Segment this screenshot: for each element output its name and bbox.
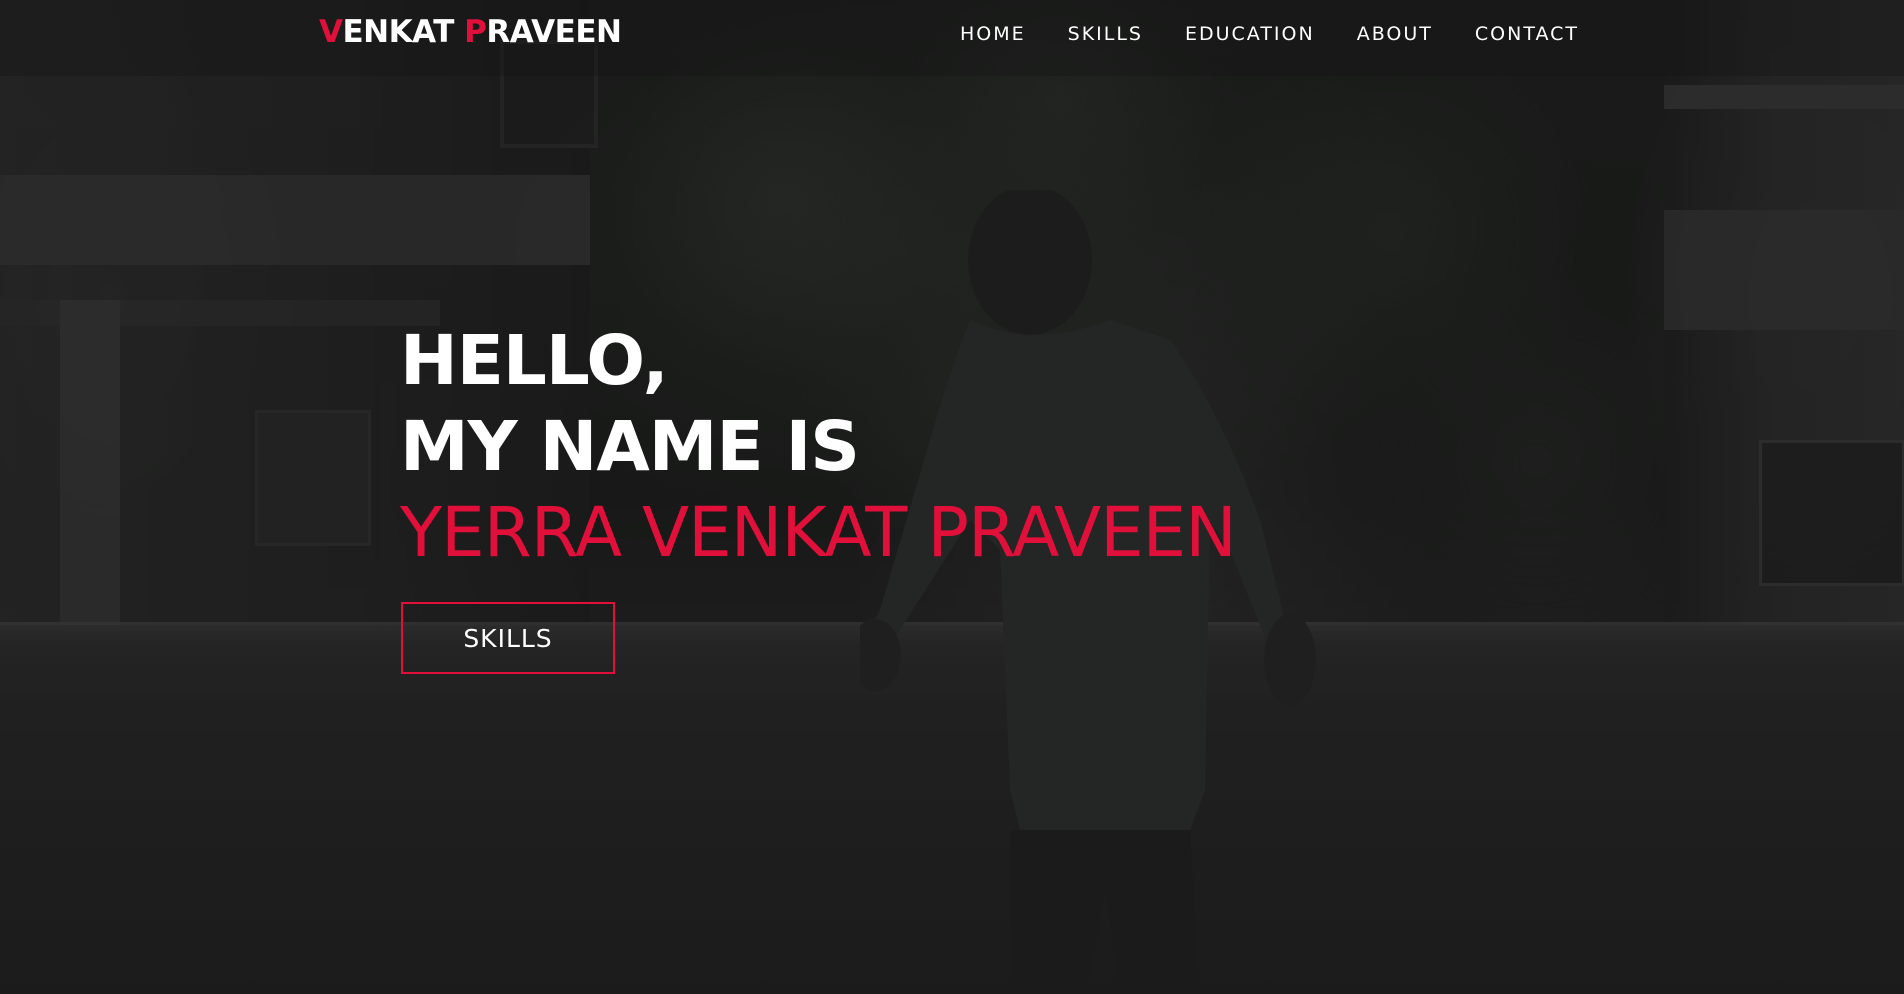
logo-text-enkat: ENKAT [342, 14, 455, 50]
hero-name: YERRA VENKAT PRAVEEN [400, 493, 1237, 573]
header-bar: VENKAT PRAVEEN HOME SKILLS EDUCATION ABO… [0, 0, 1904, 76]
nav-item-home[interactable]: HOME [960, 23, 1026, 45]
nav-item-about[interactable]: ABOUT [1357, 23, 1433, 45]
hero-section: VENKAT PRAVEEN HOME SKILLS EDUCATION ABO… [0, 0, 1904, 994]
logo-initial-p: P [464, 14, 487, 50]
logo-text-raveen: RAVEEN [486, 14, 622, 50]
nav-item-skills[interactable]: SKILLS [1068, 23, 1143, 45]
hero-headline: HELLO, MY NAME IS YERRA VENKAT PRAVEEN [400, 318, 1237, 576]
brand-logo[interactable]: VENKAT PRAVEEN [319, 14, 622, 50]
hero-greeting: HELLO, [400, 321, 669, 401]
hero-intro: MY NAME IS [400, 407, 860, 487]
logo-initial-v: V [319, 14, 343, 50]
nav-item-contact[interactable]: CONTACT [1475, 23, 1579, 45]
nav-item-education[interactable]: EDUCATION [1185, 23, 1315, 45]
skills-button[interactable]: SKILLS [401, 602, 615, 674]
main-navigation: HOME SKILLS EDUCATION ABOUT CONTACT [960, 23, 1579, 45]
